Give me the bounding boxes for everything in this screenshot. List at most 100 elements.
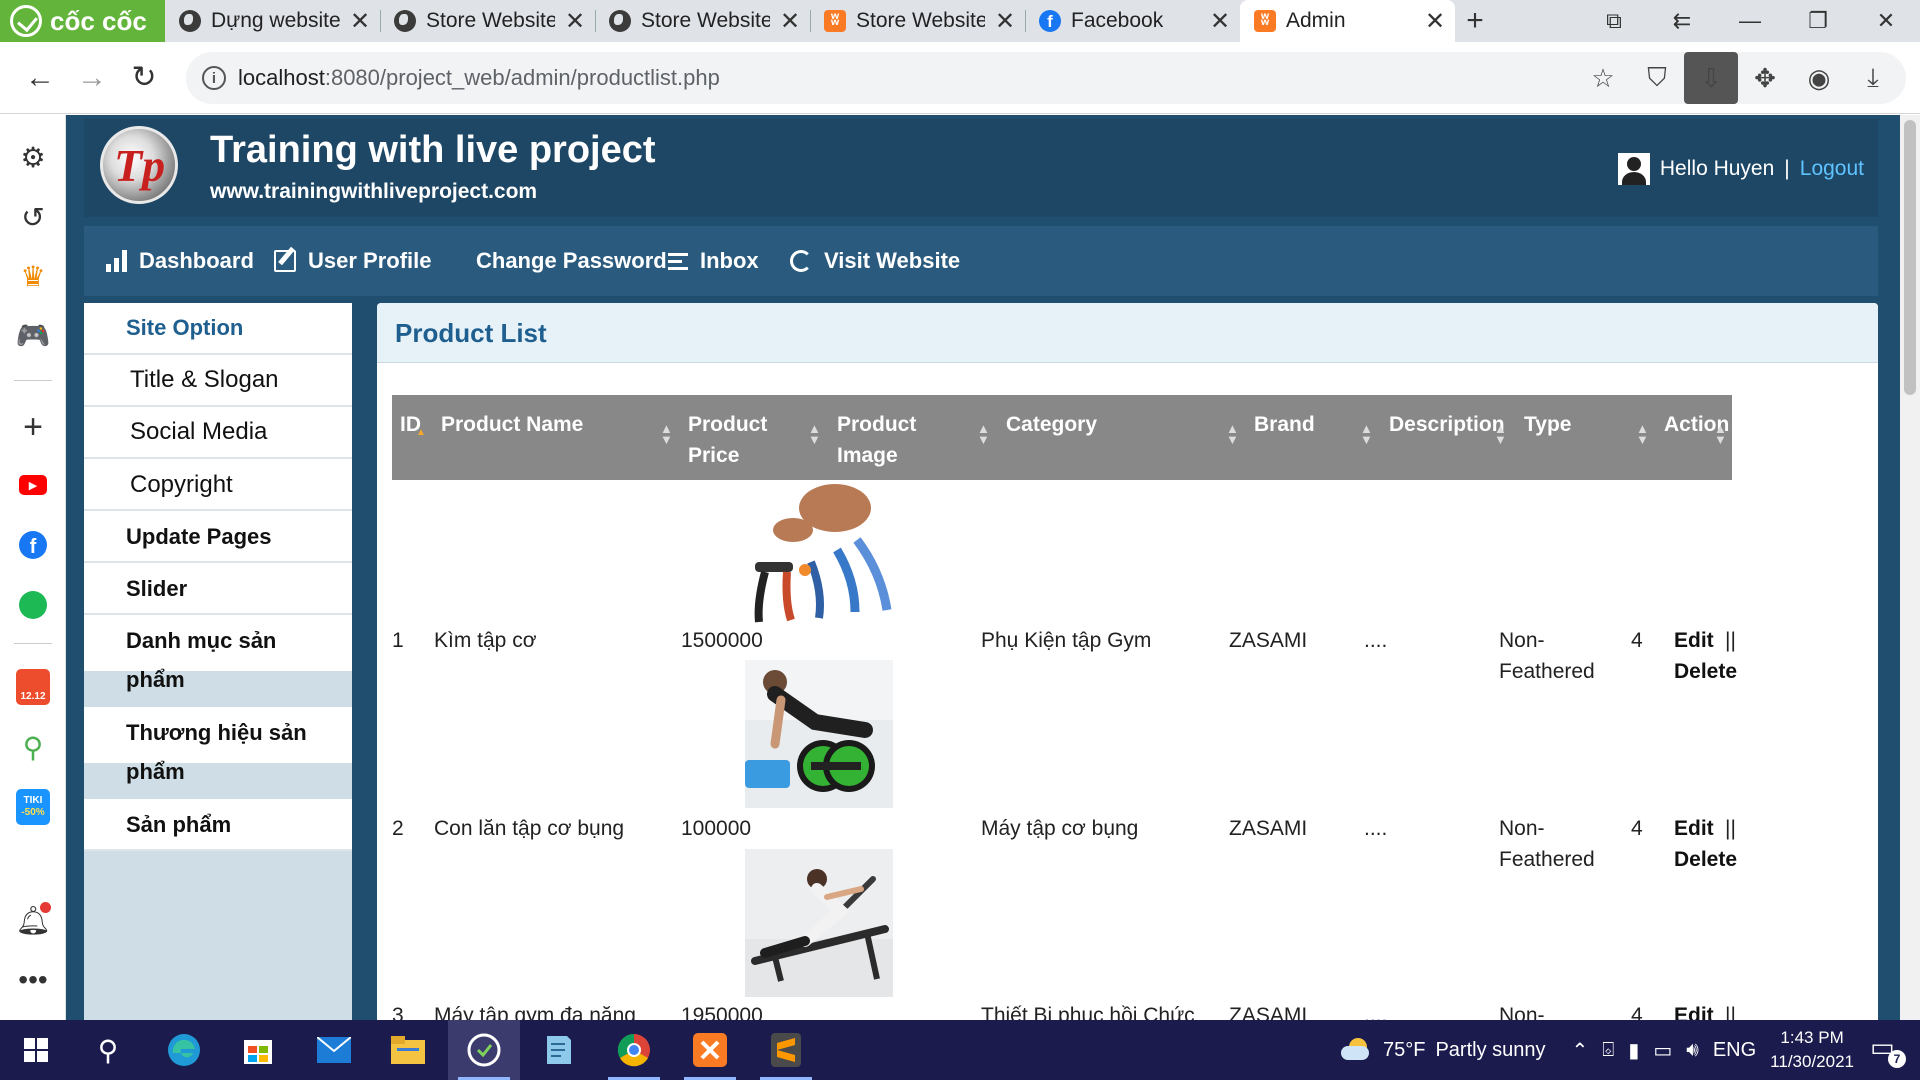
battery-icon[interactable]: ▭	[1653, 1038, 1672, 1063]
coccoc-app[interactable]	[448, 1020, 520, 1080]
store-app[interactable]	[222, 1020, 294, 1080]
profile-icon[interactable]: ◉	[1792, 52, 1846, 104]
delete-link[interactable]: Delete	[1674, 656, 1737, 687]
download-page-button[interactable]: ⇩	[1684, 52, 1738, 104]
search-icon[interactable]: ⚲	[72, 1020, 144, 1080]
sidebar-item-site-option[interactable]: Site Option	[84, 303, 352, 355]
page-scrollbar[interactable]	[1900, 115, 1920, 1020]
more-options-icon[interactable]: •••	[13, 960, 53, 1000]
forward-button[interactable]: →	[66, 52, 118, 104]
close-tab-icon[interactable]: ✕	[350, 7, 370, 36]
downloads-icon[interactable]: ⤓	[1846, 52, 1900, 104]
xampp-app[interactable]	[674, 1020, 746, 1080]
notifications-bell-icon[interactable]: 🔔︎	[13, 900, 53, 940]
gamepad-icon[interactable]: 🎮	[13, 315, 53, 355]
edit-link[interactable]: Edit	[1674, 813, 1714, 844]
close-window-icon[interactable]: ✕	[1852, 0, 1920, 42]
column-header-product-image[interactable]: Product Image	[837, 409, 947, 471]
settings-gear-icon[interactable]: ⚙	[13, 137, 53, 177]
sort-arrows-icon[interactable]: ▲ ▼	[808, 422, 821, 446]
column-header-product-price[interactable]: Product Price	[688, 409, 798, 471]
sort-arrows-icon[interactable]: ▲ ▼	[1714, 422, 1727, 446]
sublime-app[interactable]	[750, 1020, 822, 1080]
sidebar-item-slider[interactable]: Slider	[84, 563, 352, 615]
column-header-product-name[interactable]: Product Name	[441, 409, 583, 440]
add-shortcut-icon[interactable]: +	[13, 407, 53, 447]
close-tab-icon[interactable]: ✕	[1425, 7, 1445, 36]
tab-store-website-1[interactable]: Store Website ✕	[380, 0, 595, 42]
restore-icon[interactable]: ❐	[1784, 0, 1852, 42]
sidebar-item-products[interactable]: Sản phẩm	[84, 799, 352, 851]
nav-visit-website[interactable]: Visit Website	[790, 226, 960, 296]
weather-description[interactable]: Partly sunny	[1435, 1039, 1545, 1062]
tiki-shortcut[interactable]: TIKI -50%	[13, 787, 53, 827]
reload-button[interactable]: ↻	[118, 52, 170, 104]
new-tab-button[interactable]: +	[1455, 0, 1495, 42]
sort-arrows-icon[interactable]: ▲ ▼	[1494, 422, 1507, 446]
tab-facebook[interactable]: f Facebook ✕	[1025, 0, 1240, 42]
usb-icon[interactable]: ▮	[1628, 1038, 1639, 1063]
sidebar-item-copyright[interactable]: Copyright	[84, 459, 352, 511]
info-icon[interactable]: i	[202, 66, 226, 90]
sidebar-item-product-category[interactable]: Danh mục sản phẩm	[84, 615, 352, 707]
sort-arrows-icon[interactable]: ▲ ▼	[660, 422, 673, 446]
nav-change-password[interactable]: Change Password	[476, 226, 667, 296]
column-header-description[interactable]: Description	[1389, 409, 1505, 440]
sidebar-item-social-media[interactable]: Social Media	[84, 407, 352, 459]
file-explorer-app[interactable]	[372, 1020, 444, 1080]
nav-user-profile[interactable]: User Profile	[274, 226, 432, 296]
column-header-category[interactable]: Category	[1006, 409, 1097, 440]
url-field[interactable]: i localhost:8080/project_web/admin/produ…	[186, 52, 1906, 104]
chrome-app[interactable]	[598, 1020, 670, 1080]
column-header-brand[interactable]: Brand	[1254, 409, 1315, 440]
nav-dashboard[interactable]: Dashboard	[106, 226, 254, 296]
edge-app[interactable]	[148, 1020, 220, 1080]
column-header-type[interactable]: Type	[1524, 409, 1571, 440]
close-tab-icon[interactable]: ✕	[565, 7, 585, 36]
bookmark-star-icon[interactable]: ☆	[1576, 52, 1630, 104]
scrollbar-thumb[interactable]	[1904, 120, 1916, 395]
sidebar-item-update-pages[interactable]: Update Pages	[84, 511, 352, 563]
tab-dung-website[interactable]: Dựng website ✕	[165, 0, 380, 42]
notepad-app[interactable]	[522, 1020, 594, 1080]
weather-temperature[interactable]: 75°F	[1383, 1039, 1425, 1062]
mail-app[interactable]	[298, 1020, 370, 1080]
volume-icon[interactable]: 🔊︎	[1686, 1039, 1699, 1062]
shield-icon[interactable]: ⛉	[1630, 52, 1684, 104]
close-tab-icon[interactable]: ✕	[995, 7, 1015, 36]
tab-search-icon[interactable]: ⧉	[1580, 0, 1648, 42]
sidebar-item-product-brand[interactable]: Thương hiệu sản phẩm	[84, 707, 352, 799]
facebook-shortcut[interactable]: f	[13, 525, 53, 565]
tab-admin[interactable]: ʬ Admin ✕	[1240, 0, 1455, 42]
close-tab-icon[interactable]: ✕	[780, 7, 800, 36]
edit-link[interactable]: Edit	[1674, 1000, 1714, 1020]
action-center-icon[interactable]: ▭ 7	[1870, 1032, 1906, 1068]
minimize-icon[interactable]: —	[1716, 0, 1784, 42]
close-tab-icon[interactable]: ✕	[1210, 7, 1230, 36]
back-button[interactable]: ←	[14, 52, 66, 104]
input-language[interactable]: ENG	[1713, 1039, 1756, 1062]
edit-link[interactable]: Edit	[1674, 625, 1714, 656]
start-button[interactable]	[0, 1020, 72, 1080]
back-forward-cache-icon[interactable]: ⇇	[1648, 0, 1716, 42]
extensions-icon[interactable]: ✥	[1738, 52, 1792, 104]
network-device-icon[interactable]: ⌺	[1602, 1039, 1614, 1062]
sort-arrows-icon[interactable]: ▲ ▼	[1360, 422, 1373, 446]
nav-inbox[interactable]: Inbox	[668, 226, 759, 296]
crown-icon[interactable]: ♛	[13, 256, 53, 296]
logout-link[interactable]: Logout	[1800, 157, 1864, 181]
sort-arrows-icon[interactable]: ▲ ▼	[977, 422, 990, 446]
taskbar-clock[interactable]: 1:43 PM 11/30/2021	[1770, 1026, 1854, 1074]
sidebar-item-title-slogan[interactable]: Title & Slogan	[84, 355, 352, 407]
site-logo[interactable]: Tp	[100, 126, 178, 204]
tab-store-website-3[interactable]: ʬ Store Website ✕	[810, 0, 1025, 42]
show-hidden-icons-chevron-icon[interactable]: ⌃	[1572, 1038, 1589, 1063]
coccoc-map-shortcut[interactable]: ⚲	[13, 727, 53, 767]
history-icon[interactable]: ↺	[13, 197, 53, 237]
tab-store-website-2[interactable]: Store Website ✕	[595, 0, 810, 42]
sort-arrows-icon[interactable]: ▲ ▼	[1226, 422, 1239, 446]
sort-arrows-icon[interactable]: ▲ ▼	[1636, 422, 1649, 446]
browser-brand-button[interactable]: cốc cốc	[0, 0, 165, 42]
delete-link[interactable]: Delete	[1674, 844, 1737, 875]
shopee-shortcut[interactable]: 12.12	[13, 667, 53, 707]
